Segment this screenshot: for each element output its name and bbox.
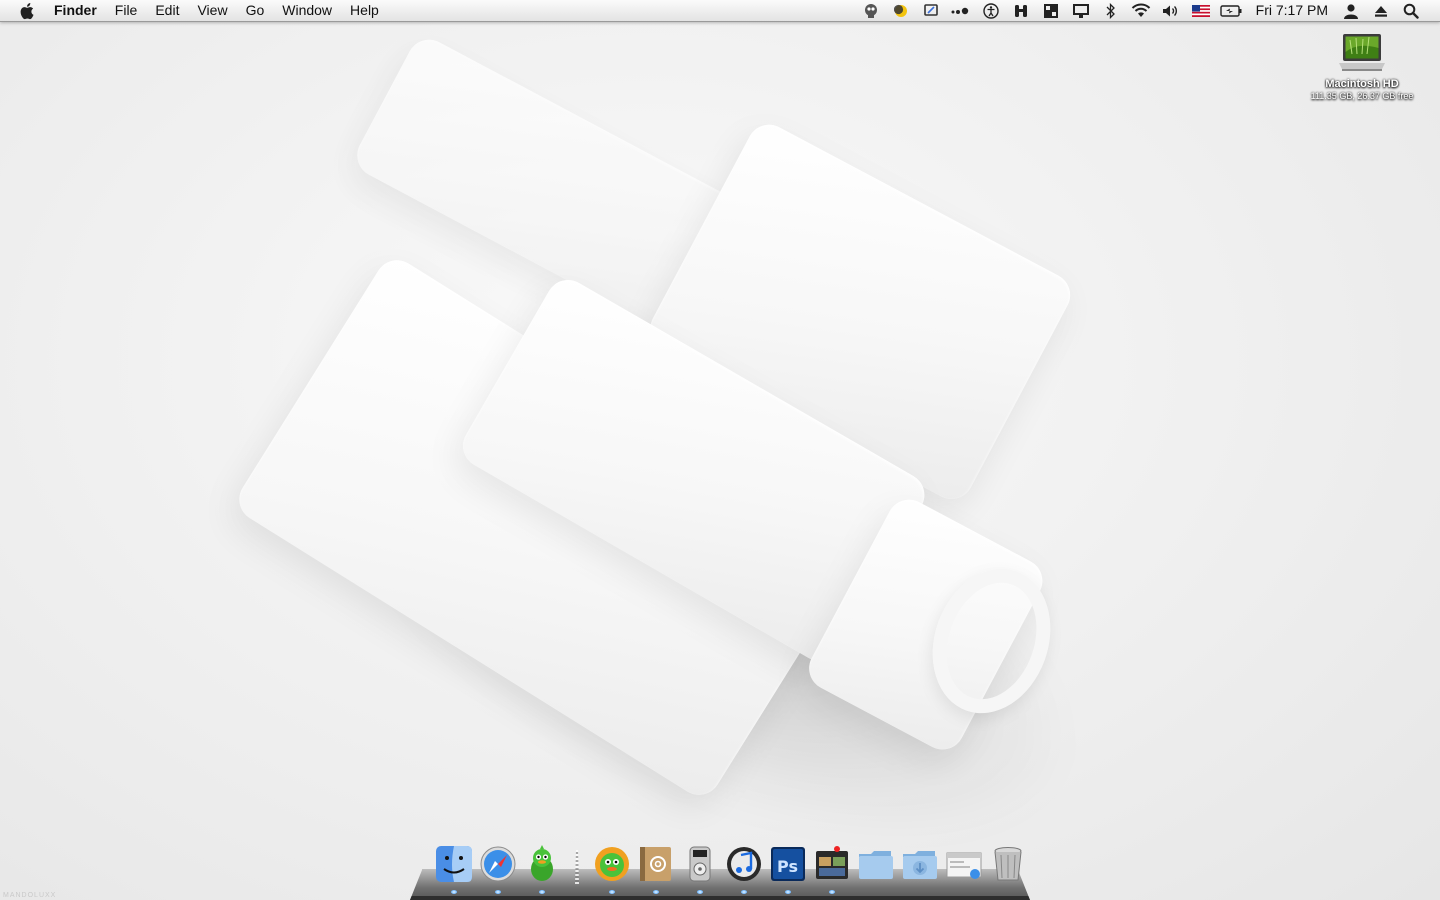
menu-go[interactable]: Go	[237, 0, 274, 21]
adium-icon[interactable]	[522, 844, 562, 894]
dvd-player-icon[interactable]	[680, 844, 720, 894]
menu-extras: Fri 7:17 PM	[856, 0, 1440, 21]
menu-finder[interactable]: Finder	[54, 0, 106, 21]
menu-view[interactable]: View	[188, 0, 236, 21]
bluetooth-icon[interactable]	[1099, 0, 1123, 21]
robot-icon[interactable]	[859, 0, 883, 21]
laptop-drive-icon	[1338, 32, 1386, 72]
user-icon[interactable]	[1339, 0, 1363, 21]
adium-duck-icon[interactable]	[592, 844, 632, 894]
volume-icon[interactable]	[1159, 0, 1183, 21]
svg-text:Ps: Ps	[777, 857, 798, 876]
dock-separator	[575, 850, 579, 884]
macintosh-hd-desktop-icon[interactable]: Macintosh HD 111.35 GB, 26.37 GB free	[1300, 32, 1424, 101]
itunes-icon[interactable]	[724, 844, 764, 894]
address-book-icon[interactable]	[636, 844, 676, 894]
menu-window[interactable]: Window	[273, 0, 341, 21]
spotlight-icon[interactable]	[1399, 0, 1423, 21]
photo-booth-icon[interactable]	[812, 844, 852, 894]
dots-icon[interactable]	[949, 0, 973, 21]
wifi-icon[interactable]	[1129, 0, 1153, 21]
wallpaper-watermark: MANDOLUXX	[3, 892, 57, 899]
menu-edit[interactable]: Edit	[146, 0, 188, 21]
apple-logo-icon[interactable]	[18, 2, 38, 20]
display-icon[interactable]	[1069, 0, 1093, 21]
safari-icon[interactable]	[478, 844, 518, 894]
menu-bar: Finder File Edit View Go Window Help Fri…	[0, 0, 1440, 22]
dock-items: Ps	[434, 844, 1028, 894]
downloads-folder-icon[interactable]	[900, 844, 940, 884]
folder-icon[interactable]	[856, 844, 896, 884]
us-flag-icon[interactable]	[1189, 0, 1213, 21]
spaces-icon[interactable]	[1039, 0, 1063, 21]
eject-icon[interactable]	[1369, 0, 1393, 21]
battery-icon[interactable]	[1219, 0, 1243, 21]
desktop-wallpaper	[0, 22, 1440, 900]
menu-clock[interactable]: Fri 7:17 PM	[1246, 0, 1336, 21]
hd-capacity: 111.35 GB, 26.37 GB free	[1310, 91, 1414, 101]
scanner-icon[interactable]	[919, 0, 943, 21]
moon-icon[interactable]	[889, 0, 913, 21]
hd-label: Macintosh HD	[1325, 78, 1399, 90]
accessibility-icon[interactable]	[979, 0, 1003, 21]
photoshop-icon[interactable]: Ps	[768, 844, 808, 894]
menu-left: Finder File Edit View Go Window Help	[0, 0, 388, 21]
menu-help[interactable]: Help	[341, 0, 388, 21]
menu-file[interactable]: File	[106, 0, 147, 21]
trash-icon[interactable]	[988, 844, 1028, 884]
binoculars-icon[interactable]	[1009, 0, 1033, 21]
finder-icon[interactable]	[434, 844, 474, 894]
preview-window-icon[interactable]	[944, 844, 984, 884]
dock: Ps	[410, 838, 1030, 900]
